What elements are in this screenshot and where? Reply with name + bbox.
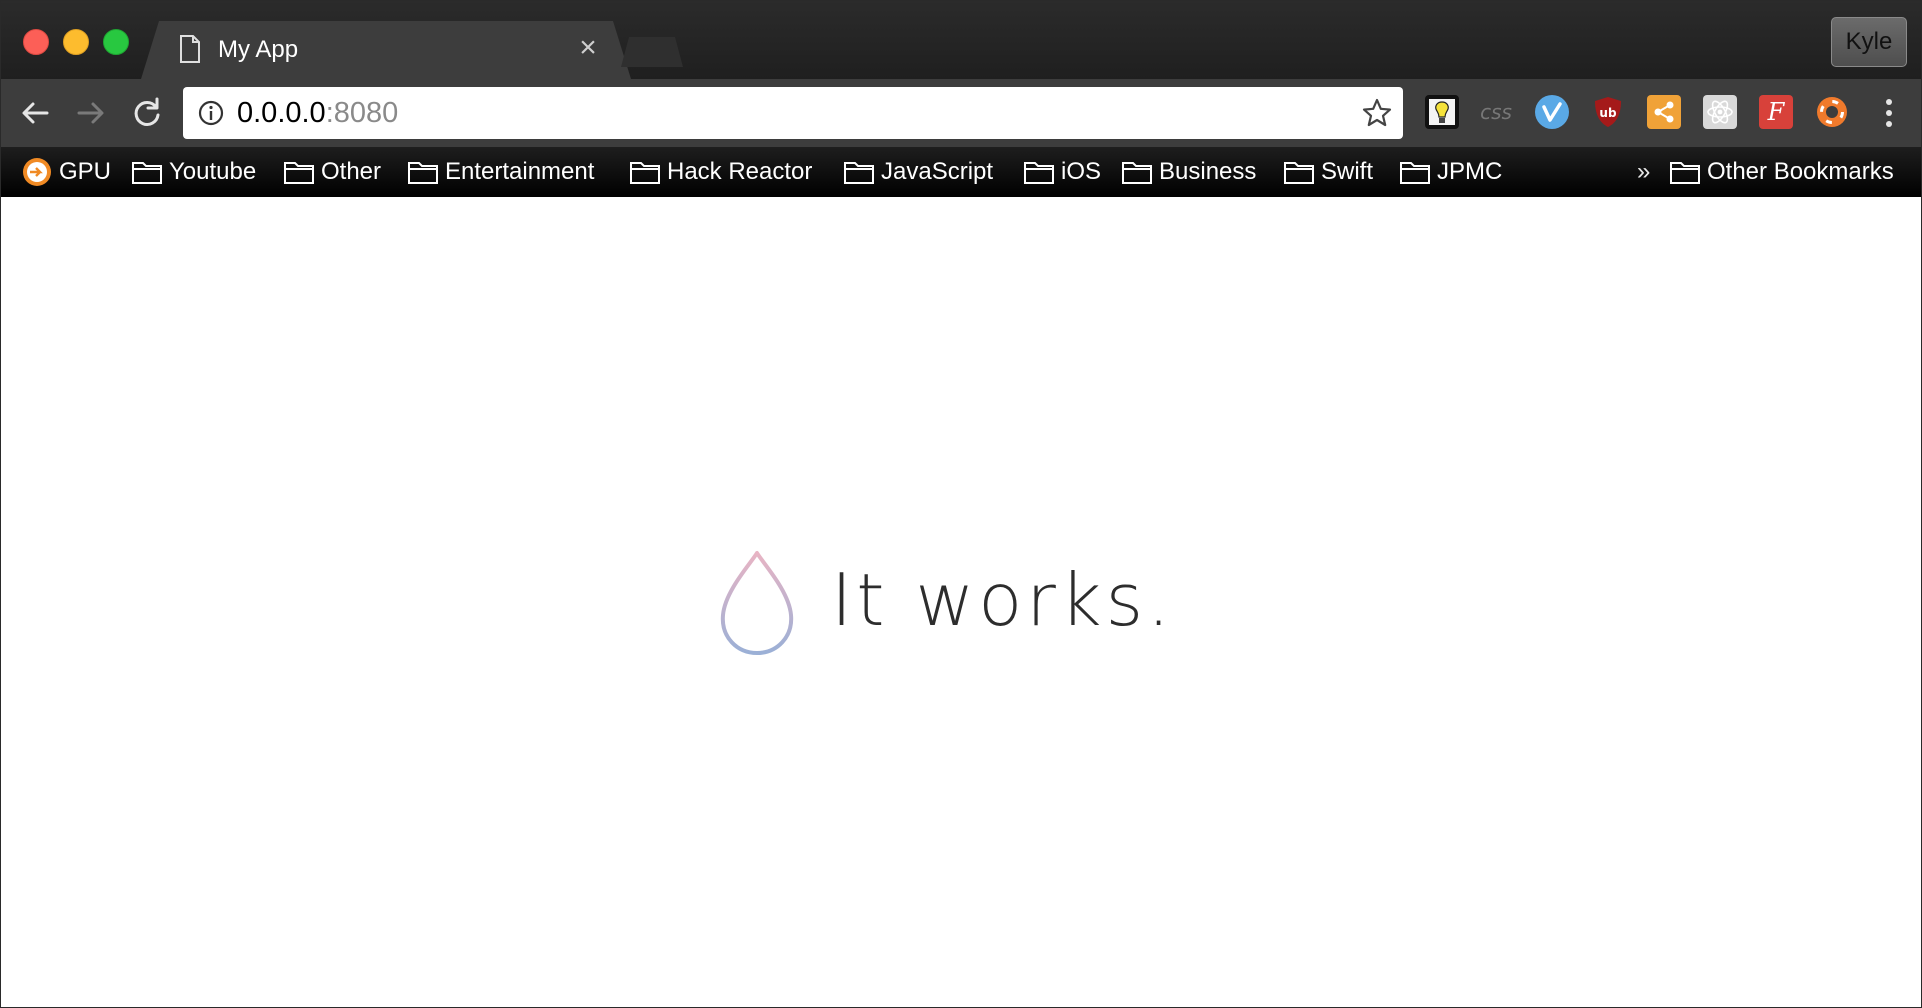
shield-icon: ub (1595, 97, 1621, 127)
address-bar[interactable]: 0.0.0.0:8080 (183, 87, 1403, 139)
vimeo-extension-icon[interactable] (1535, 95, 1569, 129)
bookmark-label: Other (321, 158, 382, 185)
folder-icon (1024, 162, 1054, 184)
back-button[interactable] (15, 93, 55, 133)
other-bookmarks-folder[interactable]: Other Bookmarks (1669, 147, 1894, 197)
folder-icon (1122, 162, 1152, 184)
bookmark-label: JavaScript (881, 158, 994, 185)
bookmark-folder-ios[interactable]: iOS (1023, 147, 1101, 197)
url-text[interactable]: 0.0.0.0:8080 (237, 97, 398, 129)
bookmark-folder-youtube[interactable]: Youtube (131, 147, 256, 197)
page-content: It works. (1, 197, 1921, 1007)
folder-icon (1284, 162, 1314, 184)
svg-text:ub: ub (1599, 106, 1617, 120)
folder-icon (284, 162, 314, 184)
bookmark-label: GPU (59, 158, 112, 185)
bookmark-label: Business (1159, 158, 1257, 185)
tab-close-icon[interactable]: × (573, 33, 603, 63)
reload-button[interactable] (127, 93, 167, 133)
v-logo-icon (1542, 102, 1562, 122)
bookmark-label: Swift (1321, 158, 1374, 185)
info-icon[interactable] (197, 99, 225, 127)
water-drop-logo-icon (720, 551, 794, 655)
forward-arrow-icon (77, 102, 104, 124)
bookmark-label: iOS (1061, 158, 1102, 185)
bookmark-folder-hack-reactor[interactable]: Hack Reactor (629, 147, 812, 197)
share-nodes-icon (1654, 101, 1674, 123)
bookmark-gpu[interactable]: GPU (21, 147, 111, 197)
bookmark-label: Other Bookmarks (1707, 158, 1894, 185)
font-extension-icon[interactable]: F (1759, 95, 1793, 129)
ublock-extension-icon[interactable]: ub (1591, 95, 1625, 129)
bookmark-label: Hack Reactor (667, 158, 813, 185)
reload-icon (134, 97, 160, 126)
bookmark-folder-swift[interactable]: Swift (1283, 147, 1373, 197)
more-menu-icon[interactable] (1875, 93, 1903, 133)
bookmark-folder-javascript[interactable]: JavaScript (843, 147, 993, 197)
bookmark-folder-jpmc[interactable]: JPMC (1399, 147, 1502, 197)
react-extension-icon[interactable] (1703, 95, 1737, 129)
atom-icon (1707, 100, 1733, 124)
folder-icon (1670, 162, 1700, 184)
bookmark-label: Entertainment (445, 158, 595, 185)
folder-icon (132, 162, 162, 184)
bookmark-folder-entertainment[interactable]: Entertainment (407, 147, 594, 197)
browser-window: My App × Kyle 0.0.0.0:8080 css ub F GPU … (0, 0, 1922, 1008)
url-port: :8080 (325, 97, 399, 129)
bookmarks-overflow-button[interactable]: » (1637, 147, 1650, 197)
file-icon (180, 35, 200, 63)
bookmarks-bar: GPU Youtube Other Entertainment Hack Rea… (1, 147, 1921, 197)
bulb-extension-icon[interactable] (1425, 95, 1459, 129)
bookmark-label: JPMC (1437, 158, 1503, 185)
profile-button[interactable]: Kyle (1831, 17, 1907, 67)
toolbar: 0.0.0.0:8080 css ub F (1, 79, 1921, 147)
css-extension-icon[interactable]: css (1479, 95, 1513, 129)
minimize-window-button[interactable] (63, 29, 89, 55)
url-host: 0.0.0.0 (237, 97, 326, 129)
folder-icon (408, 162, 438, 184)
close-window-button[interactable] (23, 29, 49, 55)
share-extension-icon[interactable] (1647, 95, 1681, 129)
zoom-window-button[interactable] (103, 29, 129, 55)
bookmark-star-icon[interactable] (1361, 97, 1393, 129)
folder-icon (1400, 162, 1430, 184)
title-bar: My App × Kyle (1, 1, 1921, 79)
forward-button[interactable] (71, 93, 111, 133)
lifebuoy-extension-icon[interactable] (1815, 95, 1849, 129)
new-tab-button[interactable] (621, 37, 683, 67)
folder-icon (630, 162, 660, 184)
bookmark-label: Youtube (169, 158, 257, 185)
gpu-icon (23, 158, 51, 186)
bookmark-folder-other[interactable]: Other (283, 147, 381, 197)
folder-icon (844, 162, 874, 184)
bookmark-folder-business[interactable]: Business (1121, 147, 1256, 197)
tab-my-app[interactable]: My App × (141, 21, 631, 79)
back-arrow-icon (22, 102, 49, 124)
page-headline: It works. (831, 558, 1174, 642)
tab-title: My App (218, 36, 299, 63)
lightbulb-icon (1429, 99, 1455, 125)
lifebuoy-icon (1817, 97, 1847, 127)
